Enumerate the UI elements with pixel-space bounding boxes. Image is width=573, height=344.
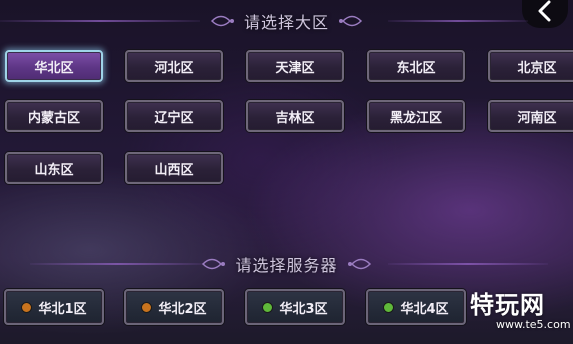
region-button-hebei[interactable]: 河北区 — [125, 50, 223, 82]
server-section-title: 请选择服务器 — [235, 256, 338, 275]
region-button-heilongjiang[interactable]: 黑龙江区 — [367, 100, 465, 132]
region-label: 河北区 — [154, 60, 194, 76]
status-dot — [383, 301, 395, 313]
watermark: 特玩网 www.te5.com — [470, 291, 571, 342]
region-label: 东北区 — [396, 60, 436, 76]
ornament-icon — [339, 15, 363, 27]
region-button-dongbei[interactable]: 东北区 — [367, 50, 465, 82]
server-button-huabei-4[interactable]: 华北4区 — [366, 289, 466, 325]
divider — [30, 263, 205, 265]
region-label: 河南区 — [517, 110, 557, 126]
server-button-huabei-2[interactable]: 华北2区 — [124, 289, 224, 325]
region-button-liaoning[interactable]: 辽宁区 — [125, 100, 223, 132]
server-label: 华北3区 — [279, 301, 328, 317]
watermark-site: www.te5.com — [496, 318, 571, 331]
status-dot — [21, 301, 33, 313]
status-dot — [141, 301, 153, 313]
divider — [0, 20, 200, 22]
region-button-tianjin[interactable]: 天津区 — [246, 50, 344, 82]
region-label: 内蒙古区 — [27, 110, 80, 126]
region-label: 北京区 — [517, 60, 557, 76]
ornament-icon — [210, 15, 234, 27]
region-label: 华北区 — [34, 60, 74, 76]
region-button-jilin[interactable]: 吉林区 — [246, 100, 344, 132]
server-button-huabei-3[interactable]: 华北3区 — [245, 289, 345, 325]
server-label: 华北1区 — [38, 301, 87, 317]
region-label: 山西区 — [154, 162, 194, 178]
region-button-henan[interactable]: 河南区 — [488, 100, 573, 132]
region-label: 天津区 — [275, 60, 315, 76]
region-button-beijing[interactable]: 北京区 — [488, 50, 573, 82]
server-section-header: 请选择服务器 — [0, 252, 573, 276]
region-label: 山东区 — [34, 162, 74, 178]
watermark-logo: 特玩网 — [470, 291, 545, 319]
server-label: 华北2区 — [158, 301, 207, 317]
region-button-huabei[interactable]: 华北区 — [5, 50, 103, 82]
divider — [388, 20, 528, 22]
region-button-neimenggu[interactable]: 内蒙古区 — [5, 100, 103, 132]
region-label: 吉林区 — [275, 110, 315, 126]
divider — [388, 263, 548, 265]
status-dot — [262, 301, 274, 313]
ornament-icon — [347, 258, 371, 270]
server-label: 华北4区 — [400, 301, 449, 317]
region-section-title: 请选择大区 — [243, 13, 329, 32]
region-label: 辽宁区 — [154, 110, 194, 126]
region-label: 黑龙江区 — [389, 110, 442, 126]
region-button-shandong[interactable]: 山东区 — [5, 152, 103, 184]
region-section-header: 请选择大区 — [0, 9, 573, 33]
region-button-shanxi[interactable]: 山西区 — [125, 152, 223, 184]
server-button-huabei-1[interactable]: 华北1区 — [4, 289, 104, 325]
ornament-icon — [202, 258, 226, 270]
